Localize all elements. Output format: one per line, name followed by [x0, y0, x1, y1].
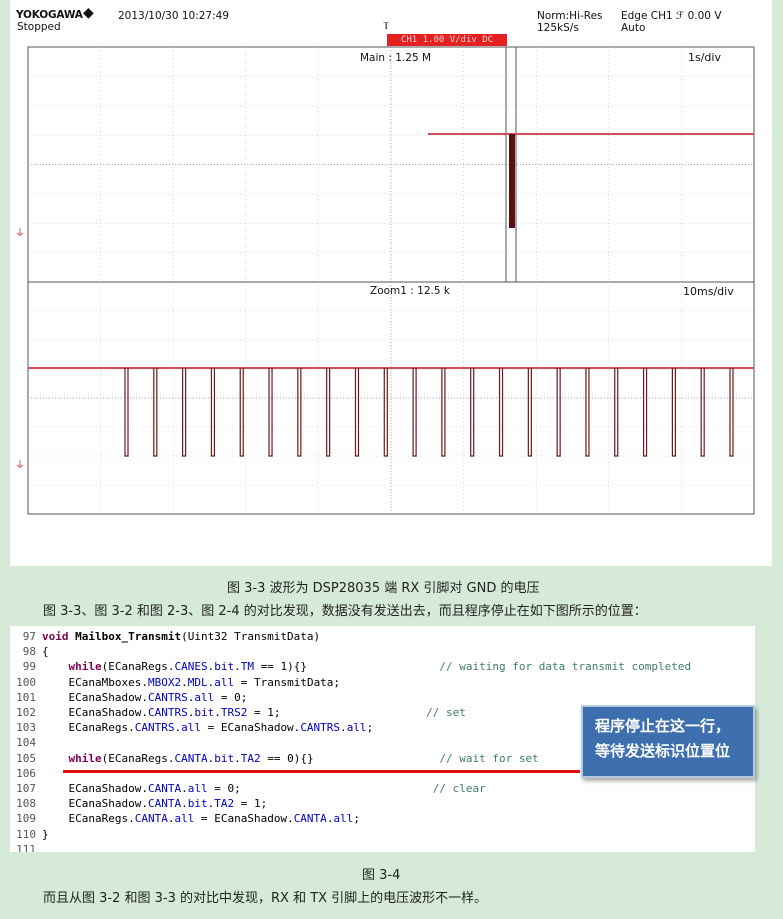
code-text: ECanaMboxes.MBOX2.MDL.all = TransmitData…	[42, 675, 341, 689]
code-text: void Mailbox_Transmit(Uint32 TransmitDat…	[42, 630, 321, 643]
line-number: 111	[16, 842, 36, 852]
callout-line-2: 等待发送标识位置位	[595, 742, 731, 760]
code-line: 97 void Mailbox_Transmit(Uint32 TransmitD…	[10, 629, 755, 644]
code-line: 109 ECanaRegs.CANTA.all = ECanaShadow.CA…	[10, 811, 755, 826]
code-line: 111	[10, 842, 755, 852]
line-number: 98	[22, 645, 36, 659]
line-number: 97	[22, 630, 36, 643]
figure-caption-3-4: 图 3-4	[362, 868, 401, 883]
line-number: 109	[16, 812, 36, 826]
code-text: }	[42, 827, 49, 841]
main-timebase: 1s/div	[688, 51, 721, 64]
paragraph-2: 而且从图 3-2 和图 3-3 的对比中发现，RX 和 TX 引脚上的电压波形不…	[43, 891, 488, 906]
code-line: 99 while(ECanaRegs.CANES.bit.TM == 1){} …	[10, 659, 755, 674]
line-number: 110	[16, 827, 36, 841]
code-text: ECanaShadow.CANTRS.all = 0;	[42, 690, 248, 704]
code-text: ECanaShadow.CANTA.all = 0; // clear	[42, 782, 486, 795]
code-text: while(ECanaRegs.CANES.bit.TM == 1){} // …	[68, 660, 692, 674]
code-text: ECanaRegs.CANTRS.all = ECanaShadow.CANTR…	[42, 721, 374, 735]
line-number: 103	[16, 721, 36, 735]
code-line: 108 ECanaShadow.CANTA.bit.TA2 = 1;	[10, 796, 755, 811]
code-text: ECanaRegs.CANTA.all = ECanaShadow.CANTA.…	[42, 812, 360, 826]
main-burst	[509, 134, 515, 228]
callout-line-1: 程序停止在这一行，	[595, 717, 731, 735]
code-line: 100 ECanaMboxes.MBOX2.MDL.all = Transmit…	[10, 675, 755, 690]
main-label: Main : 1.25 M	[360, 52, 432, 64]
line-number: 100	[16, 675, 36, 689]
line-number: 107	[16, 782, 36, 795]
code-line: 107 ECanaShadow.CANTA.all = 0; // clear	[10, 781, 755, 796]
zoom-label: Zoom1 : 12.5 k	[370, 285, 450, 297]
line-number: 108	[16, 797, 36, 811]
ground-marker-icon-2: ⏚	[15, 460, 25, 471]
line-number: 99	[22, 660, 36, 674]
highlight-underline	[63, 770, 580, 773]
code-text: while(ECanaRegs.CANTA.bit.TA2 == 0){} //…	[68, 751, 539, 765]
line-number: 102	[16, 706, 36, 719]
ground-marker-icon: ⏚	[15, 228, 25, 239]
line-number: 101	[16, 690, 36, 704]
line-number: 104	[16, 736, 36, 750]
zoom-timebase: 10ms/div	[683, 285, 734, 298]
code-text: {	[42, 645, 49, 659]
callout-box: 程序停止在这一行， 等待发送标识位置位	[581, 705, 755, 778]
line-number: 106	[16, 766, 36, 780]
scope-grid	[27, 46, 755, 515]
figure-caption-3-3: 图 3-3 波形为 DSP28035 端 RX 引脚对 GND 的电压	[227, 581, 540, 596]
code-text: ECanaShadow.CANTA.bit.TA2 = 1;	[42, 797, 268, 811]
paragraph-1: 图 3-3、图 3-2 和图 2-3、图 2-4 的对比发现，数据没有发送出去，…	[43, 604, 647, 619]
code-line: 110}	[10, 827, 755, 842]
code-line: 98 {	[10, 644, 755, 659]
code-line: 101 ECanaShadow.CANTRS.all = 0;	[10, 690, 755, 705]
waveform-display	[27, 46, 755, 515]
line-number: 105	[16, 751, 36, 765]
oscilloscope-screenshot: YOKOGAWA ◆ 2013/10/30 10:27:49 Stopped N…	[10, 0, 772, 566]
code-text: ECanaShadow.CANTRS.bit.TRS2 = 1; // set	[42, 706, 466, 719]
